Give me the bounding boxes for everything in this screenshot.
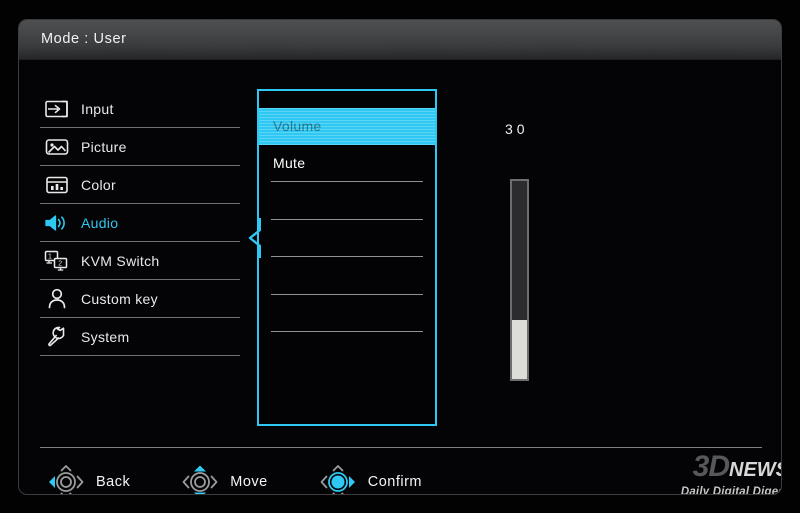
color-icon bbox=[42, 173, 72, 197]
user-icon bbox=[42, 287, 72, 311]
dpad-updown-icon bbox=[178, 462, 222, 494]
watermark-logo: 3DNEWS bbox=[669, 450, 781, 485]
sidebar-item-label: Input bbox=[81, 100, 114, 117]
wrench-icon bbox=[42, 325, 72, 349]
submenu-pointer-notch bbox=[247, 218, 262, 258]
submenu-item-label: Mute bbox=[273, 154, 306, 171]
sidebar-item-label: Color bbox=[81, 176, 116, 193]
sidebar-item-label: KVM Switch bbox=[81, 252, 160, 269]
footer-divider bbox=[40, 447, 762, 448]
action-back[interactable]: Back bbox=[44, 462, 131, 494]
submenu-top-spacer bbox=[259, 91, 435, 108]
input-icon bbox=[42, 97, 72, 121]
sidebar-item-input[interactable]: Input bbox=[40, 90, 240, 128]
audio-icon bbox=[42, 211, 72, 235]
sidebar-item-label: Picture bbox=[81, 138, 127, 155]
action-move[interactable]: Move bbox=[178, 462, 268, 494]
osd-header-bar: Mode : User bbox=[19, 20, 781, 60]
svg-text:1: 1 bbox=[48, 254, 52, 261]
dpad-left-icon bbox=[44, 462, 88, 494]
osd-panel: Mode : User Input Picture Color Audio 1 … bbox=[18, 19, 782, 495]
submenu-item-empty-1[interactable] bbox=[259, 182, 435, 219]
action-label: Move bbox=[230, 474, 268, 490]
mode-title: Mode : User bbox=[41, 31, 127, 47]
category-list: Input Picture Color Audio 1 2 KVM Switch… bbox=[40, 90, 240, 356]
watermark-3d: 3D bbox=[692, 450, 730, 483]
sidebar-item-audio[interactable]: Audio bbox=[40, 204, 240, 242]
watermark-news: NEWS bbox=[729, 459, 781, 481]
sidebar-item-label: Audio bbox=[81, 214, 119, 231]
volume-slider[interactable] bbox=[510, 179, 529, 381]
sidebar-item-label: Custom key bbox=[81, 290, 158, 307]
osd-root: Mode : User Input Picture Color Audio 1 … bbox=[0, 0, 800, 513]
submenu-item-volume[interactable]: Volume bbox=[259, 108, 435, 145]
action-label: Confirm bbox=[367, 474, 422, 490]
footer-action-bar: Back Move Confirm bbox=[44, 460, 470, 494]
action-label: Back bbox=[96, 474, 131, 490]
volume-value: 30 bbox=[505, 121, 529, 137]
watermark: 3DNEWS Daily Digital Digest bbox=[669, 450, 782, 495]
watermark-tagline: Daily Digital Digest bbox=[680, 486, 782, 495]
submenu-item-empty-4[interactable] bbox=[259, 295, 435, 332]
sidebar-item-custom-key[interactable]: Custom key bbox=[40, 280, 240, 318]
sidebar-item-kvm-switch[interactable]: 1 2 KVM Switch bbox=[40, 242, 240, 280]
submenu-item-empty-5[interactable] bbox=[259, 332, 435, 369]
submenu-item-mute[interactable]: Mute bbox=[259, 145, 435, 182]
kvm-switch-icon: 1 2 bbox=[42, 249, 72, 273]
dpad-center-icon bbox=[316, 462, 360, 494]
volume-slider-fill bbox=[512, 319, 527, 379]
audio-submenu: Volume Mute bbox=[257, 89, 437, 426]
sidebar-item-color[interactable]: Color bbox=[40, 166, 240, 204]
submenu-item-empty-2[interactable] bbox=[259, 220, 435, 257]
submenu-item-label: Volume bbox=[273, 118, 322, 135]
sidebar-item-label: System bbox=[81, 328, 130, 345]
action-confirm[interactable]: Confirm bbox=[316, 462, 422, 494]
sidebar-item-system[interactable]: System bbox=[40, 318, 240, 356]
sidebar-item-picture[interactable]: Picture bbox=[40, 128, 240, 166]
picture-icon bbox=[42, 135, 72, 159]
svg-text:2: 2 bbox=[58, 261, 62, 268]
submenu-item-empty-6[interactable] bbox=[259, 369, 435, 406]
submenu-item-empty-3[interactable] bbox=[259, 257, 435, 294]
